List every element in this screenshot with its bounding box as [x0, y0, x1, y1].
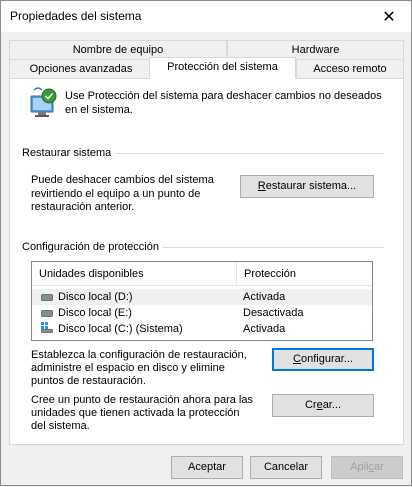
access-key: R — [257, 180, 266, 192]
tab-label: Nombre de equipo — [72, 44, 164, 56]
drive-icon — [41, 294, 53, 301]
drive-name: Disco local (D:) — [58, 291, 133, 303]
tab-label: Acceso remoto — [313, 63, 387, 75]
window-title: Propiedades del sistema — [10, 9, 142, 23]
button-text: Cancelar — [263, 461, 309, 473]
tab-label: Opciones avanzadas — [29, 63, 133, 75]
title-bar: Propiedades del sistema ✕ — [1, 1, 411, 32]
drive-status: Desactivada — [243, 307, 304, 319]
system-drive-icon — [41, 322, 53, 333]
close-icon: ✕ — [382, 8, 396, 26]
list-item[interactable]: Disco local (E:) Desactivada — [32, 305, 372, 321]
create-button[interactable]: Crear... — [272, 394, 374, 417]
tab-label: Protección del sistema — [167, 61, 278, 73]
tab-label: Hardware — [291, 44, 340, 56]
tab-advanced[interactable]: Opciones avanzadas — [9, 59, 153, 78]
apply-button[interactable]: Aplicar — [331, 456, 403, 479]
tab-system-protection[interactable]: Protección del sistema — [149, 57, 296, 79]
drive-icon — [41, 310, 53, 317]
tab-remote[interactable]: Acceso remoto — [296, 59, 404, 78]
button-text-post: ar — [374, 461, 384, 473]
list-item[interactable]: Disco local (D:) Activada — [32, 289, 372, 305]
system-properties-window: Propiedades del sistema ✕ Nombre de equi… — [0, 0, 412, 486]
drive-status: Activada — [243, 291, 286, 303]
button-text-pre: Apli — [350, 461, 369, 473]
drive-name: Disco local (E:) — [58, 307, 132, 319]
button-text-pre: Cr — [304, 399, 317, 411]
button-text-post: onfigurar... — [300, 353, 353, 365]
list-header: Unidades disponibles Protección — [32, 262, 372, 286]
accept-button[interactable]: Aceptar — [171, 456, 243, 479]
cancel-button[interactable]: Cancelar — [250, 456, 322, 479]
close-button[interactable]: ✕ — [367, 1, 411, 32]
drives-list[interactable]: Unidades disponibles Protección Disco lo… — [31, 261, 373, 341]
button-text: Aceptar — [188, 461, 226, 473]
configure-button[interactable]: Configurar... — [272, 348, 374, 371]
column-drives[interactable]: Unidades disponibles — [32, 262, 232, 286]
drive-name: Disco local (C:) (Sistema) — [58, 323, 183, 335]
drive-status: Activada — [243, 323, 286, 335]
button-text-post: ar... — [322, 399, 342, 411]
access-key: C — [293, 353, 301, 365]
button-text-post: estaurar sistema... — [265, 180, 357, 192]
list-item[interactable]: Disco local (C:) (Sistema) Activada — [32, 321, 372, 337]
column-protection[interactable]: Protección — [237, 262, 357, 286]
restore-system-button[interactable]: Restaurar sistema... — [240, 175, 374, 198]
